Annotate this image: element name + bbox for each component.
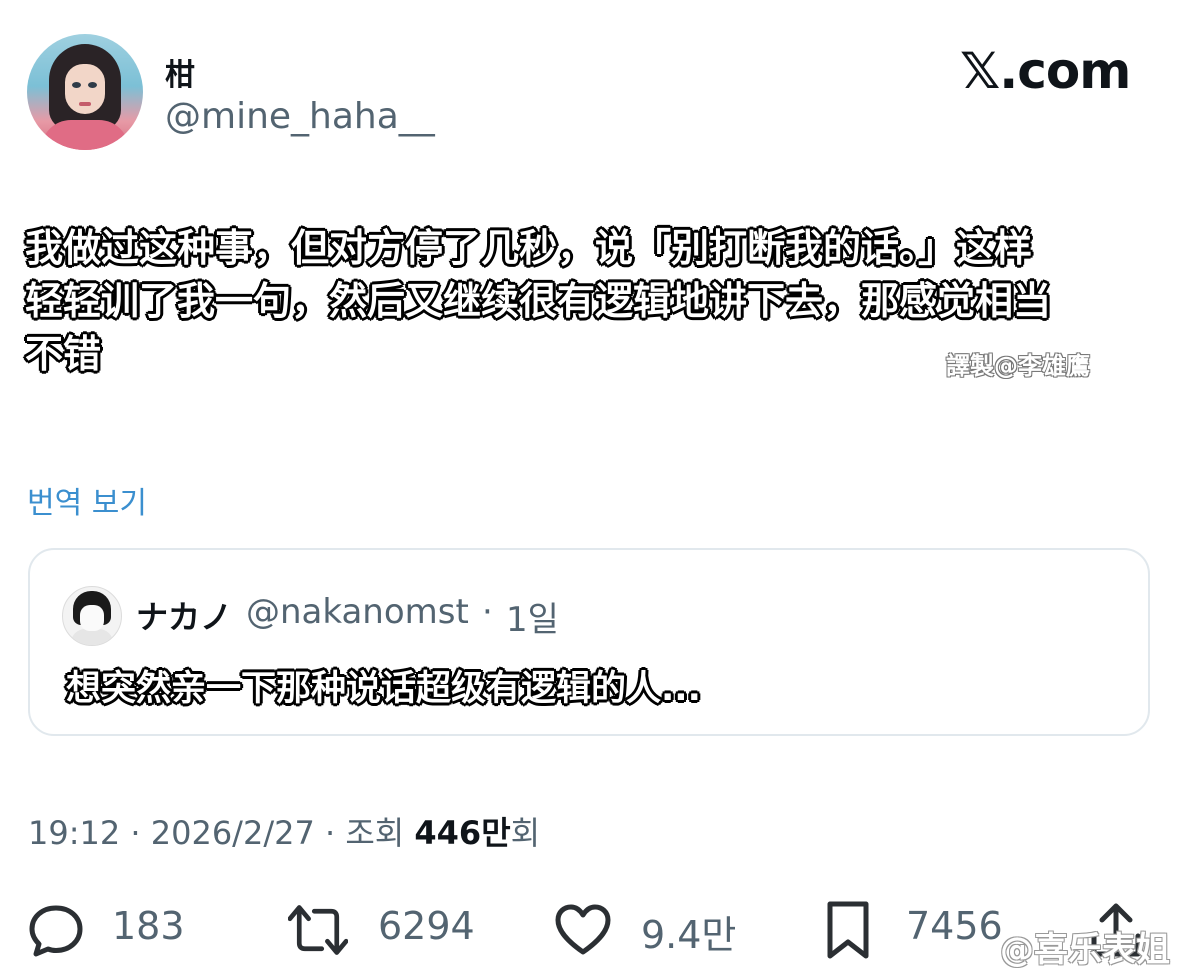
author-avatar[interactable] [27,34,143,150]
reply-icon[interactable] [26,900,86,960]
views-label: 조회 [345,814,405,852]
meta-separator: · [314,814,346,852]
meta-separator: · [120,814,151,852]
translate-link[interactable]: 번역 보기 [27,478,147,522]
reply-count: 183 [112,904,185,948]
weibo-watermark: @喜乐表姐 [1000,930,1170,970]
author-handle[interactable]: @mine_haha__ [165,96,435,137]
quoted-tweet-text: 想突然亲一下那种说话超级有逻辑的人... [66,669,701,709]
tweet-date[interactable]: 2026/2/27 [151,814,315,852]
views-count: 446만 [414,814,511,852]
bookmark-icon[interactable] [818,900,878,960]
tweet-text-line: 我做过这种事，但对方停了几秒，说「别打断我的话。」这样 [25,226,1033,270]
quoted-author-avatar[interactable] [62,586,122,646]
like-count: 9.4만 [641,913,737,957]
x-logo: 𝕏.com [960,42,1131,100]
views-suffix: 회 [510,814,541,852]
quoted-separator: · [482,592,493,632]
tweet-text-line: 轻轻训了我一句，然后又继续很有逻辑地讲下去，那感觉相当 [25,279,1052,323]
translator-credit: 譯製@李雄鷹 [946,352,1090,380]
tweet-time[interactable]: 19:12 [28,814,120,852]
retweet-icon[interactable] [288,900,348,960]
bookmark-count: 7456 [906,904,1003,948]
quoted-timestamp: 1일 [506,600,559,640]
retweet-count: 6294 [378,904,475,948]
like-icon[interactable] [553,900,613,960]
tweet-meta: 19:12 · 2026/2/27 · 조회 446만회 [28,808,540,854]
author-display-name[interactable]: 柑 [165,50,195,94]
quoted-author-name: ナカノ [136,598,233,636]
quoted-author-handle: @nakanomst [246,592,469,632]
